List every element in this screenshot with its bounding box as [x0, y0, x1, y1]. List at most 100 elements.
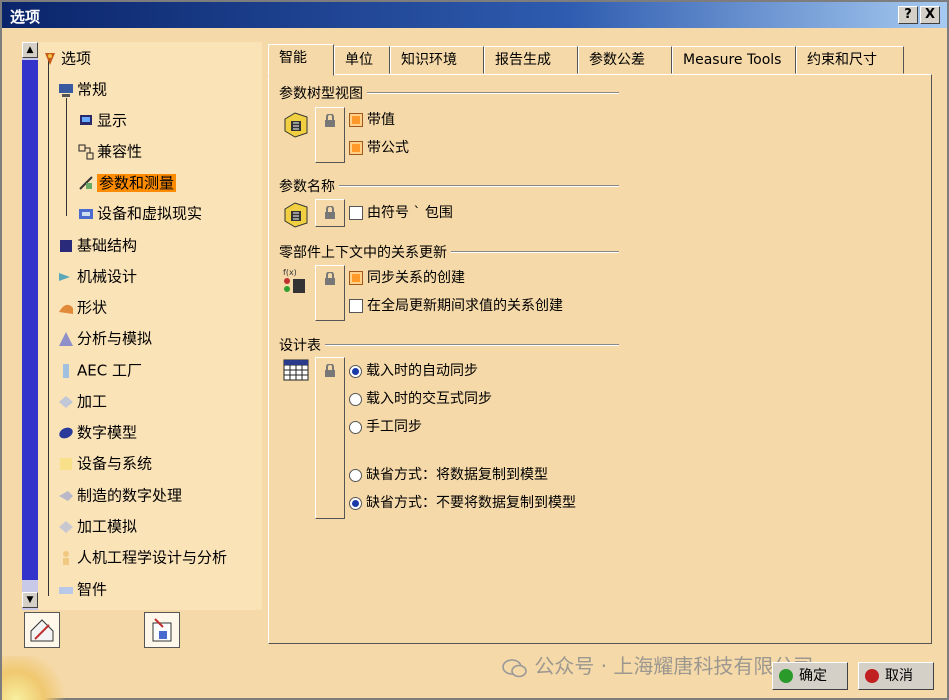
scroll-up-arrow-icon[interactable]: ▲: [22, 42, 38, 58]
lock-column-param-name: [315, 199, 345, 227]
tree-item-aec[interactable]: AEC 工厂: [58, 359, 142, 381]
ok-icon: [779, 669, 793, 683]
option-global-update-relations[interactable]: 在全局更新期间求值的关系创建: [349, 295, 563, 317]
tree-scrollbar[interactable]: ▲ ▼: [22, 42, 38, 610]
tab-measure-tools[interactable]: Measure Tools: [672, 46, 796, 74]
digital-mockup-icon: [58, 425, 74, 441]
tree-item-general[interactable]: 常规: [58, 78, 107, 100]
tree-item-smartware[interactable]: 智件: [58, 578, 107, 600]
parameter-tree-icon: [281, 109, 311, 139]
smartware-icon: [58, 582, 74, 598]
tree-item-digital-mockup[interactable]: 数字模型: [58, 421, 137, 443]
mechanical-icon: [58, 269, 74, 285]
option-with-formula[interactable]: 带公式: [349, 137, 409, 159]
tab-units[interactable]: 单位: [334, 46, 390, 74]
machining-icon: [58, 394, 74, 410]
tab-constraints-dimensions[interactable]: 约束和尺寸: [796, 46, 904, 74]
decorative-corner-art: [2, 656, 72, 700]
aec-icon: [58, 363, 74, 379]
help-button[interactable]: ?: [898, 6, 918, 24]
lock-icon[interactable]: [323, 113, 337, 128]
section-title-param-tree: 参数树型视图: [279, 83, 367, 103]
with-formula-checkbox[interactable]: [349, 141, 363, 155]
sync-relations-checkbox[interactable]: [349, 271, 363, 285]
no-copy-data-radio[interactable]: [349, 496, 362, 510]
tree-item-machining[interactable]: 加工: [58, 390, 107, 412]
tree-item-equipment[interactable]: 设备与系统: [58, 452, 152, 474]
wechat-icon: [502, 658, 527, 677]
export-settings-button[interactable]: [144, 612, 180, 648]
tree-item-machining-sim[interactable]: 加工模拟: [58, 515, 137, 537]
ok-button[interactable]: 确定: [772, 662, 848, 690]
option-sync-relations[interactable]: 同步关系的创建: [349, 267, 465, 289]
tree-item-compatibility[interactable]: 兼容性: [78, 140, 142, 162]
options-tree: ▲ ▼ 选项 常规 显示 兼容性 参数和测量 设备和虚拟现实 基础结构 机械设计…: [22, 42, 262, 610]
equipment-icon: [58, 456, 74, 472]
lock-column-param-tree: [315, 107, 345, 163]
relations-icon: f(x): [281, 265, 311, 295]
global-update-checkbox[interactable]: [349, 299, 363, 313]
option-no-copy-data[interactable]: 缺省方式：不要将数据复制到模型: [349, 492, 576, 514]
section-title-relations-update: 零部件上下文中的关系更新: [279, 242, 451, 262]
tree-item-mechanical[interactable]: 机械设计: [58, 265, 137, 287]
tab-parameter-tolerance[interactable]: 参数公差: [578, 46, 672, 74]
lock-icon[interactable]: [323, 271, 337, 286]
scroll-thumb[interactable]: [22, 60, 38, 580]
infrastructure-icon: [58, 238, 74, 254]
design-table-icon: [283, 359, 313, 389]
watermark: 公众号 · 上海耀唐科技有限公司: [502, 650, 813, 679]
cancel-icon: [865, 669, 879, 683]
with-value-checkbox[interactable]: [349, 113, 363, 127]
manual-sync-radio[interactable]: [349, 420, 362, 434]
auto-sync-radio[interactable]: [349, 364, 362, 378]
tree-item-shape[interactable]: 形状: [58, 296, 107, 318]
tab-report-generation[interactable]: 报告生成: [484, 46, 578, 74]
section-title-param-name: 参数名称: [279, 176, 339, 196]
export-icon: [152, 618, 172, 642]
scroll-down-arrow-icon[interactable]: ▼: [22, 592, 38, 608]
option-auto-sync[interactable]: 载入时的自动同步: [349, 360, 478, 382]
display-icon: [78, 113, 94, 129]
copy-data-radio[interactable]: [349, 468, 362, 482]
tab-intelligence[interactable]: 智能: [268, 44, 334, 76]
ergonomics-icon: [58, 550, 74, 566]
compat-icon: [78, 144, 94, 160]
manufacturing-icon: [58, 488, 74, 504]
interactive-sync-radio[interactable]: [349, 392, 362, 406]
lock-icon[interactable]: [323, 363, 337, 378]
home-icon: [30, 619, 54, 642]
tree-item-analysis[interactable]: 分析与模拟: [58, 327, 152, 349]
tree-root[interactable]: 选项: [42, 47, 91, 69]
parameters-icon: [78, 175, 94, 191]
device-icon: [78, 206, 94, 222]
parameter-name-icon: [281, 199, 311, 229]
lock-column-relations: [315, 265, 345, 321]
cancel-button[interactable]: 取消: [858, 662, 934, 690]
option-with-value[interactable]: 带值: [349, 109, 395, 131]
tree-item-manufacturing[interactable]: 制造的数字处理: [58, 484, 182, 506]
section-title-design-table: 设计表: [279, 335, 325, 355]
close-button[interactable]: X: [920, 6, 940, 24]
option-interactive-sync[interactable]: 载入时的交互式同步: [349, 388, 492, 410]
option-manual-sync[interactable]: 手工同步: [349, 416, 422, 438]
computer-icon: [58, 82, 74, 98]
window-title: 选项: [10, 8, 41, 26]
lock-icon[interactable]: [323, 205, 337, 220]
option-surround-symbol[interactable]: 由符号 ` 包围: [349, 202, 453, 224]
option-copy-data[interactable]: 缺省方式：将数据复制到模型: [349, 464, 548, 486]
shape-icon: [58, 300, 74, 316]
lock-column-design-table: [315, 357, 345, 519]
tree-item-ergonomics[interactable]: 人机工程学设计与分析: [58, 546, 227, 568]
tree-item-devices-vr[interactable]: 设备和虚拟现实: [78, 202, 202, 224]
tree-item-infrastructure[interactable]: 基础结构: [58, 234, 137, 256]
options-dialog: 选项 ? X ▲ ▼ 选项 常规 显示 兼容性 参数和测量 设备和虚拟现实 基础…: [0, 0, 949, 700]
tab-panel-intelligence: 参数树型视图 带值 带公式 参数名称 由符号 ` 包围 零部件上下文中的关系更新…: [268, 74, 932, 644]
root-options-icon: [42, 51, 58, 67]
tab-knowledge-env[interactable]: 知识环境: [390, 46, 484, 74]
machining-sim-icon: [58, 519, 74, 535]
tree-item-display[interactable]: 显示: [78, 109, 127, 131]
title-bar: 选项 ? X: [2, 2, 947, 28]
tree-item-parameters[interactable]: 参数和测量: [78, 171, 177, 193]
reset-home-button[interactable]: [24, 612, 60, 648]
surround-symbol-checkbox[interactable]: [349, 206, 363, 220]
